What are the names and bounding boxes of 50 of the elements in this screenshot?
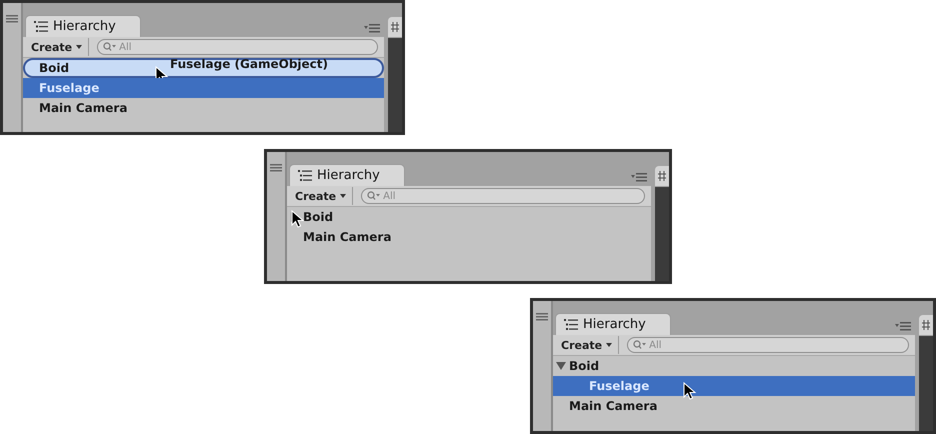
- side-tab[interactable]: [655, 166, 669, 186]
- hierarchy-tab[interactable]: Hierarchy: [289, 164, 405, 186]
- expanded-triangle-icon[interactable]: [556, 361, 566, 371]
- hierarchy-tab[interactable]: Hierarchy: [555, 313, 671, 335]
- object-name: Boid: [303, 210, 334, 224]
- caret-icon: [340, 194, 346, 198]
- object-name: Main Camera: [569, 399, 658, 413]
- object-name: Boid: [39, 61, 70, 75]
- object-name: Main Camera: [303, 230, 392, 244]
- side-tab[interactable]: [388, 17, 402, 37]
- hierarchy-row[interactable]: Fuselage: [23, 78, 384, 98]
- list-icon: [298, 170, 312, 181]
- panel-menu-icon[interactable]: [631, 172, 647, 182]
- panel-menu-icon[interactable]: [364, 23, 380, 33]
- object-name: Main Camera: [39, 101, 128, 115]
- caret-icon: [606, 343, 612, 347]
- object-name: Boid: [569, 359, 600, 373]
- object-name: Fuselage: [589, 379, 650, 393]
- hierarchy-row[interactable]: Main Camera: [287, 227, 651, 247]
- search-field[interactable]: All: [361, 188, 645, 204]
- caret-icon: [76, 45, 82, 49]
- tab-label: Hierarchy: [583, 317, 646, 332]
- create-dropdown[interactable]: Create: [293, 187, 354, 205]
- hierarchy-tab[interactable]: Hierarchy: [25, 15, 141, 37]
- hierarchy-row[interactable]: Main Camera: [23, 98, 384, 118]
- search-field[interactable]: All: [627, 337, 909, 353]
- menu-icon[interactable]: [536, 313, 548, 321]
- tab-label: Hierarchy: [317, 168, 380, 183]
- side-tab[interactable]: [919, 315, 933, 335]
- search-icon: [633, 340, 646, 349]
- list-icon: [34, 21, 48, 32]
- grid-icon: [658, 171, 666, 181]
- create-dropdown[interactable]: Create: [559, 336, 620, 354]
- panel-menu-icon[interactable]: [895, 321, 911, 331]
- menu-icon[interactable]: [270, 164, 282, 172]
- hierarchy-row[interactable]: Boid: [553, 356, 915, 376]
- search-field[interactable]: All: [97, 39, 378, 55]
- hierarchy-row[interactable]: Main Camera: [553, 396, 915, 416]
- search-icon: [367, 191, 380, 200]
- grid-icon: [391, 22, 399, 32]
- search-icon: [103, 42, 116, 51]
- menu-icon[interactable]: [6, 15, 18, 23]
- hierarchy-row[interactable]: Boid Fuselage (GameObject): [23, 58, 384, 78]
- grid-icon: [922, 320, 930, 330]
- create-dropdown[interactable]: Create: [29, 38, 90, 56]
- hierarchy-row[interactable]: Boid: [287, 207, 651, 227]
- tab-label: Hierarchy: [53, 19, 116, 34]
- drag-label: Fuselage (GameObject): [170, 57, 328, 71]
- list-icon: [564, 319, 578, 330]
- object-name: Fuselage: [39, 81, 100, 95]
